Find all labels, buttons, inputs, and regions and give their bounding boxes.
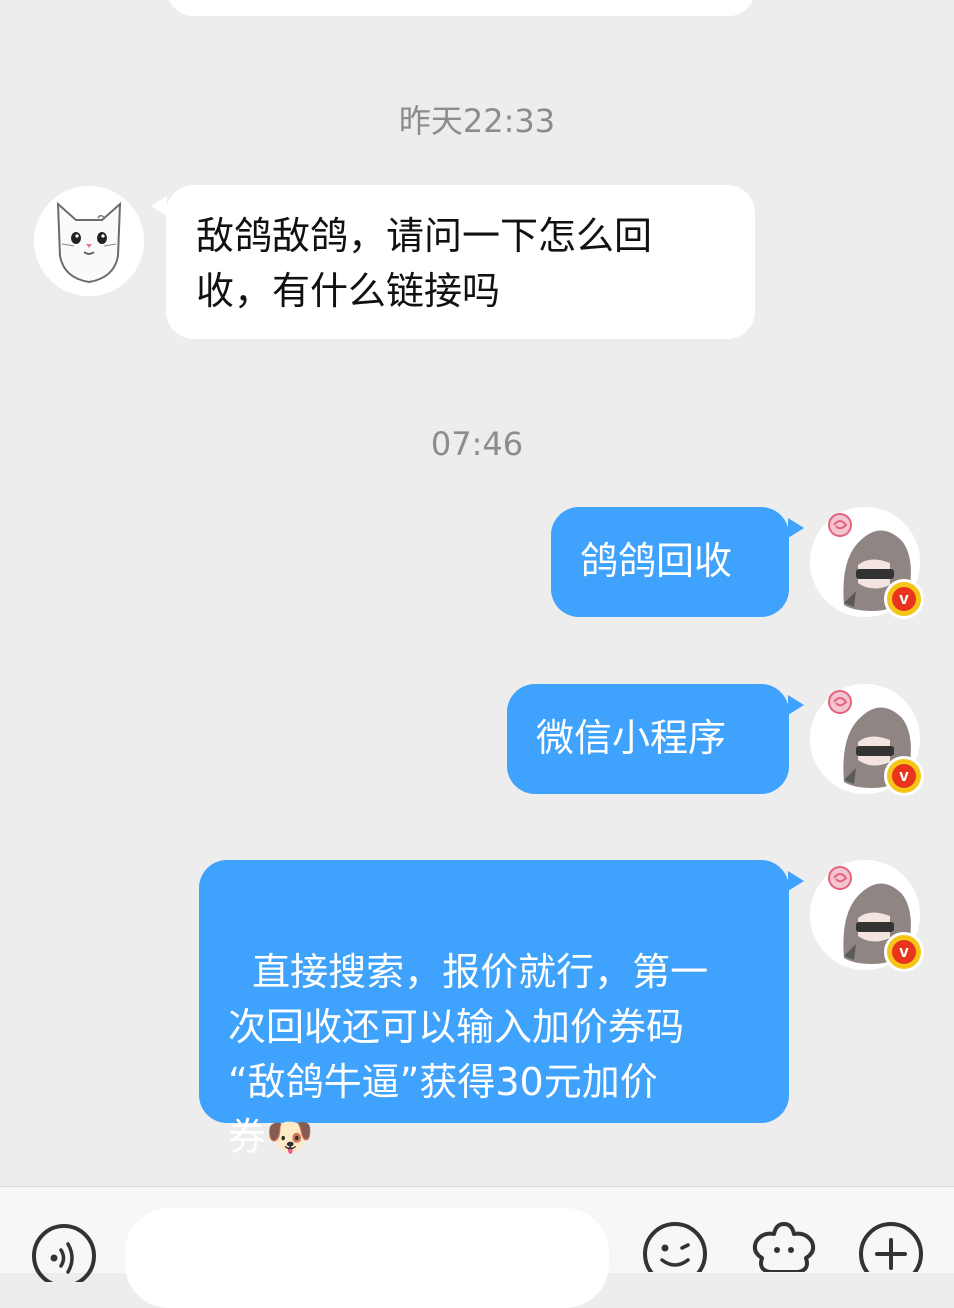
emoji-icon[interactable] <box>640 1218 710 1272</box>
outgoing-message-bubble[interactable]: 鸽鸽回收 <box>551 507 789 617</box>
voice-icon[interactable] <box>30 1222 98 1282</box>
message-input[interactable] <box>125 1208 609 1308</box>
sticker-icon[interactable] <box>748 1218 820 1272</box>
outgoing-message-bubble[interactable]: 微信小程序 <box>507 684 789 794</box>
vip-badge-icon: v <box>884 756 924 796</box>
previous-message-bubble[interactable] <box>167 0 755 16</box>
dog-emoji-icon: 🐶 <box>266 1115 314 1159</box>
plus-icon[interactable] <box>856 1218 926 1272</box>
message-timestamp: 07:46 <box>430 425 524 463</box>
message-timestamp: 昨天22:33 <box>398 102 556 140</box>
vip-badge-icon: v <box>884 932 924 972</box>
bubble-tail <box>788 871 804 891</box>
contact-avatar[interactable] <box>34 186 144 296</box>
bubble-tail <box>151 196 167 216</box>
my-avatar[interactable]: v <box>810 684 924 796</box>
bubble-tail <box>788 518 804 538</box>
my-avatar[interactable]: v <box>810 507 924 619</box>
vip-badge-icon: v <box>884 579 924 619</box>
outgoing-message-bubble[interactable]: 直接搜索，报价就行，第一 次回收还可以输入加价券码 “敌鸽牛逼”获得30元加价 … <box>199 860 789 1159</box>
my-avatar[interactable]: v <box>810 860 924 972</box>
cat-avatar-icon <box>34 186 144 296</box>
bubble-tail <box>788 695 804 715</box>
incoming-message-bubble[interactable]: 敌鸽敌鸽，请问一下怎么回 收，有什么链接吗 <box>166 185 755 339</box>
